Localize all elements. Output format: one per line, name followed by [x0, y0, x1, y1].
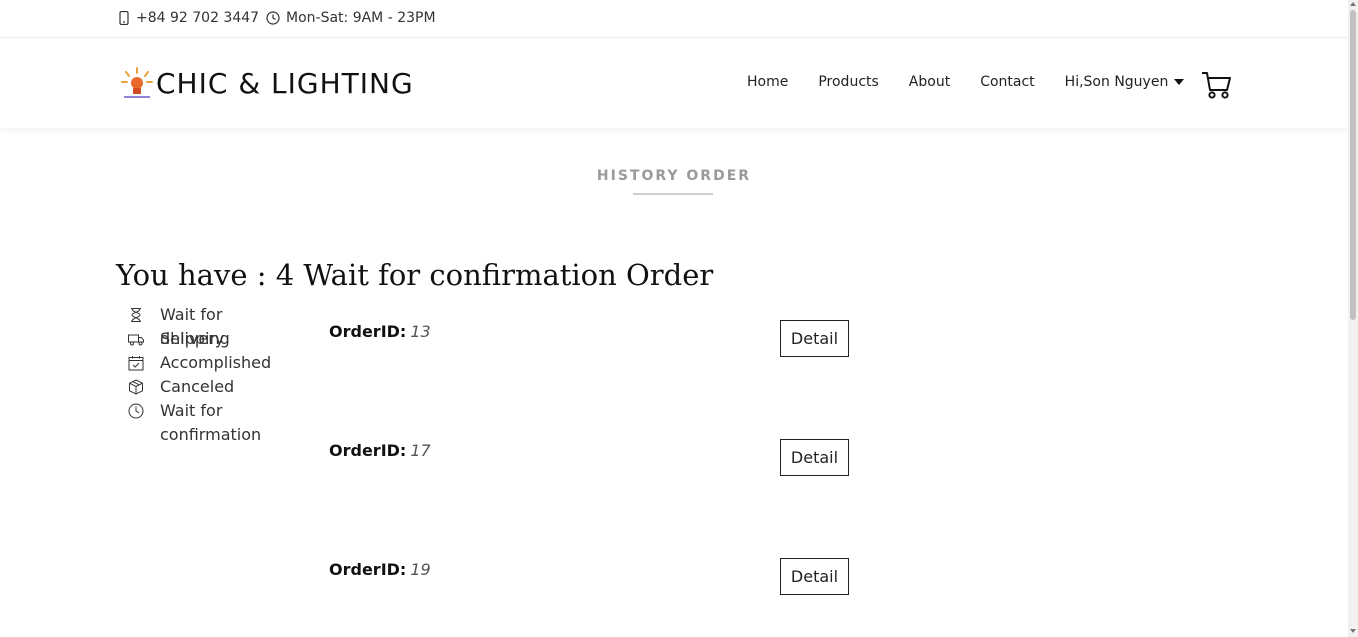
order-status-list: Wait for delivery Shipping Accomplished …	[128, 303, 290, 447]
hourglass-icon	[131, 308, 141, 322]
order-row: OrderID: 17	[329, 441, 431, 460]
user-greeting: Hi,Son Nguyen	[1064, 74, 1169, 90]
detail-button[interactable]: Detail	[780, 320, 849, 357]
calendar-check-icon	[128, 356, 144, 371]
main-nav: Home Products About Contact Hi,Son Nguye…	[747, 74, 1185, 90]
status-shipping[interactable]: Shipping	[128, 327, 290, 351]
scroll-up-arrow-icon[interactable]	[1350, 2, 1356, 6]
scroll-down-arrow-icon[interactable]	[1350, 629, 1356, 633]
order-row: OrderID: 19	[329, 560, 431, 579]
section-title: HISTORY ORDER	[596, 168, 752, 184]
main-header: CHIC & LIGHTING Home Products About Cont…	[0, 38, 1348, 128]
site-logo[interactable]: CHIC & LIGHTING	[120, 66, 414, 100]
nav-contact[interactable]: Contact	[980, 74, 1034, 90]
opening-hours: Mon-Sat: 9AM - 23PM	[286, 10, 436, 26]
top-info-bar: +84 92 702 3447 Mon-Sat: 9AM - 23PM	[0, 0, 1348, 38]
lamp-logo-icon	[121, 67, 153, 98]
truck-icon	[128, 334, 144, 346]
order-row: OrderID: 13	[329, 322, 431, 341]
order-id-value: 13	[410, 322, 431, 341]
order-id-label: OrderID:	[329, 441, 407, 460]
user-menu[interactable]: Hi,Son Nguyen	[1065, 74, 1185, 90]
clock-icon	[128, 403, 144, 419]
status-accomplished[interactable]: Accomplished	[128, 351, 290, 375]
detail-button[interactable]: Detail	[780, 439, 849, 476]
phone-info: +84 92 702 3447	[118, 10, 259, 26]
status-label: Accomplished	[160, 353, 272, 372]
scrollbar-thumb[interactable]	[1350, 10, 1356, 320]
shopping-cart-icon[interactable]	[1200, 69, 1232, 101]
hours-info: Mon-Sat: 9AM - 23PM	[266, 10, 436, 26]
phone-number: +84 92 702 3447	[136, 10, 260, 26]
status-label: Shipping	[160, 329, 230, 348]
status-wait-confirmation[interactable]: Wait for confirmation	[128, 399, 290, 447]
nav-home[interactable]: Home	[747, 74, 788, 90]
phone-icon	[119, 11, 129, 25]
page-headline: You have : 4 Wait for confirmation Order	[116, 258, 714, 292]
status-canceled[interactable]: Canceled	[128, 375, 290, 399]
clock-icon	[266, 11, 280, 25]
caret-down-icon	[1174, 79, 1185, 85]
status-label: Canceled	[160, 377, 235, 396]
logo-text: CHIC & LIGHTING	[156, 66, 414, 100]
detail-button[interactable]: Detail	[780, 558, 849, 595]
nav-about[interactable]: About	[909, 74, 950, 90]
order-id-value: 17	[410, 441, 431, 460]
vertical-scrollbar[interactable]	[1348, 0, 1358, 637]
nav-products[interactable]: Products	[818, 74, 878, 90]
title-underline	[633, 193, 713, 195]
order-id-value: 19	[410, 560, 431, 579]
status-wait-delivery[interactable]: Wait for delivery	[128, 303, 290, 348]
box-icon	[129, 379, 143, 395]
order-id-label: OrderID:	[329, 560, 407, 579]
order-id-label: OrderID:	[329, 322, 407, 341]
status-label: Wait for confirmation	[160, 401, 262, 444]
